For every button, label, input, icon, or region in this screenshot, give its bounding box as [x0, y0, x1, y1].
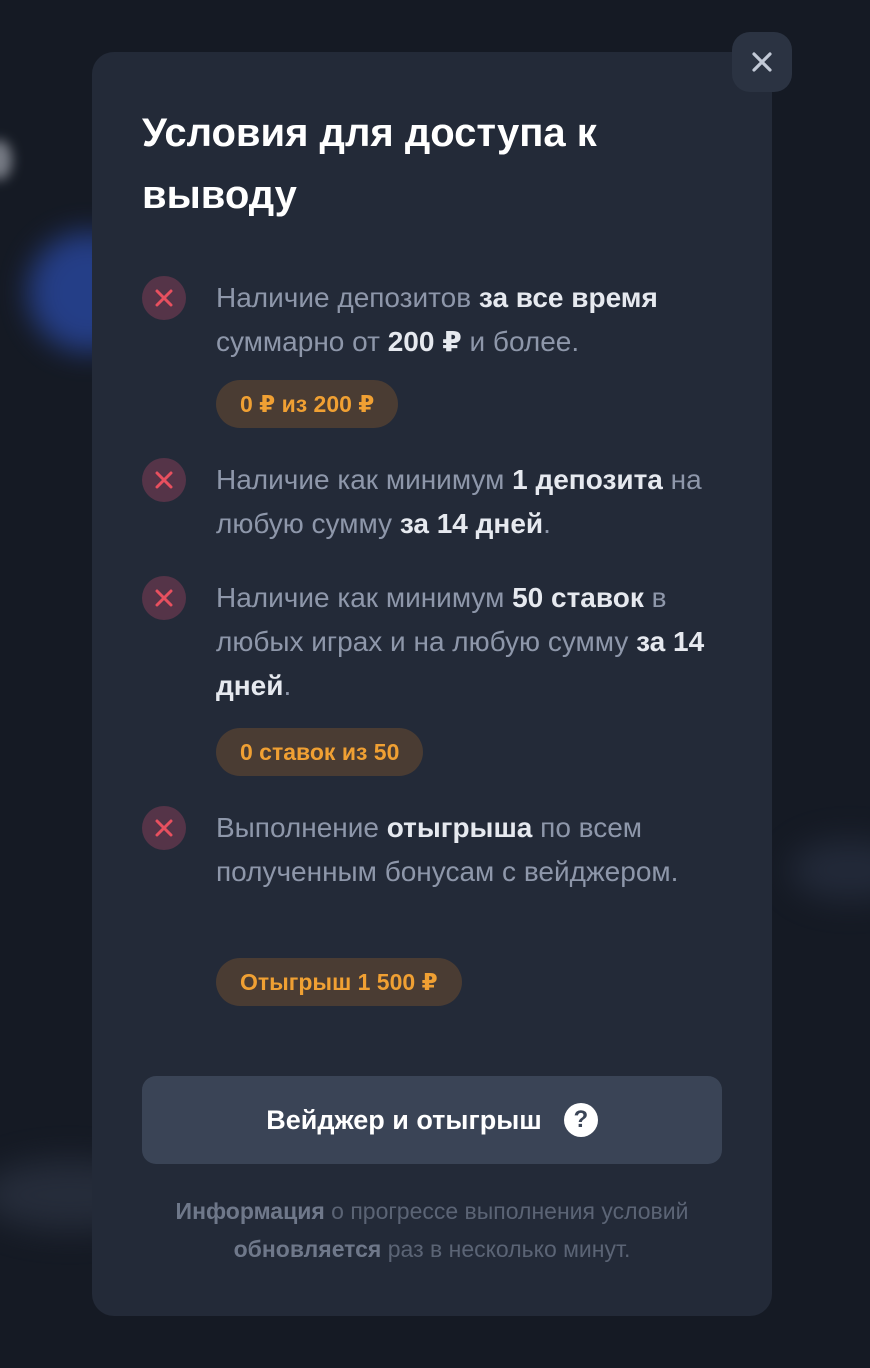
condition-text-part: Наличие депозитов — [216, 282, 479, 313]
background-blur-blob — [0, 140, 12, 180]
footer-emphasis: Информация — [175, 1198, 325, 1224]
close-icon — [752, 52, 772, 72]
help-icon: ? — [563, 1103, 598, 1137]
x-icon — [142, 276, 186, 320]
condition-text-emphasis: 1 депозита — [512, 464, 663, 495]
footer-text: о прогрессе выполнения условий — [324, 1198, 689, 1224]
withdrawal-conditions-modal: Условия для доступа к выводу Наличие деп… — [92, 52, 772, 1316]
wager-info-button[interactable]: Вейджер и отыгрыш ? — [142, 1076, 722, 1164]
condition-item-deposits-total: Наличие депозитов за все время суммарно … — [142, 276, 732, 436]
footer-emphasis: обновляется — [233, 1236, 382, 1262]
footer-text: раз в несколько минут. — [381, 1236, 631, 1262]
condition-text-emphasis: 50 ставок — [512, 582, 644, 613]
modal-title: Условия для доступа к выводу — [142, 111, 597, 217]
condition-text-part: Выполнение — [216, 812, 387, 843]
condition-text-emphasis: 200 ₽ — [387, 326, 462, 357]
condition-item-deposit-14-days: Наличие как минимум 1 депозита на любую … — [142, 458, 732, 548]
condition-text-part: и более. — [461, 326, 580, 357]
condition-text-emphasis: за 14 дней — [399, 508, 544, 539]
condition-item-bets-14-days: Наличие как минимум 50 ставок в любых иг… — [142, 576, 732, 776]
condition-item-wagering: Выполнение отыгрыша по всем полученным б… — [142, 806, 732, 1006]
background-blur-blob — [790, 840, 870, 900]
condition-text-part: суммарно от — [216, 326, 388, 357]
condition-text: Выполнение отыгрыша по всем полученным б… — [216, 806, 736, 894]
progress-badge: 0 ставок из 50 — [216, 728, 424, 776]
condition-text-part: Наличие как минимум — [216, 464, 513, 495]
condition-text: Наличие как минимум 1 депозита на любую … — [216, 458, 736, 546]
condition-text-emphasis: отыгрыша — [386, 812, 533, 843]
condition-text: Наличие депозитов за все время суммарно … — [216, 276, 736, 364]
x-icon — [142, 806, 186, 850]
condition-text: Наличие как минимум 50 ставок в любых иг… — [216, 576, 736, 708]
condition-text-emphasis: за все время — [478, 282, 658, 313]
wager-info-button-label: Вейджер и отыгрыш — [266, 1104, 542, 1135]
x-icon — [142, 576, 186, 620]
condition-text-part: . — [543, 508, 551, 539]
progress-update-note: Информация о прогрессе выполнения услови… — [132, 1192, 732, 1268]
condition-text-part: . — [283, 670, 292, 701]
progress-badge: Отыгрыш 1 500 ₽ — [216, 958, 462, 1006]
condition-text-part: Наличие как минимум — [216, 582, 513, 613]
close-button[interactable] — [732, 32, 792, 92]
x-icon — [142, 458, 186, 502]
progress-badge: 0 ₽ из 200 ₽ — [216, 380, 399, 428]
